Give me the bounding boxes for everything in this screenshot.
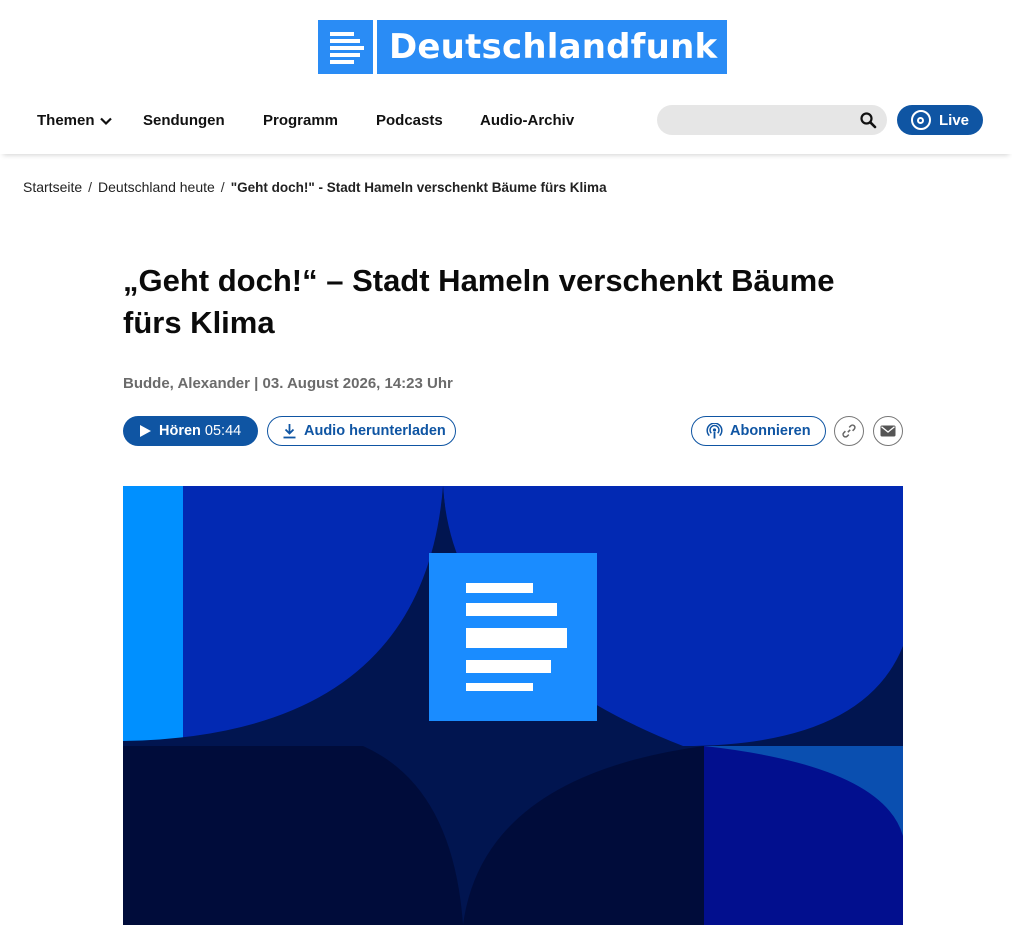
share-mail-button[interactable] [873, 416, 903, 446]
copy-link-button[interactable] [834, 416, 864, 446]
breadcrumb: Startseite / Deutschland heute / "Geht d… [23, 179, 607, 195]
logo-mark-icon [318, 20, 373, 74]
breadcrumb-link-deutschland-heute[interactable]: Deutschland heute [98, 179, 215, 195]
article-hero-image [123, 486, 903, 925]
nav-item-themen[interactable]: Themen [37, 112, 113, 129]
nav-item-programm[interactable]: Programm [263, 112, 338, 129]
nav-item-label: Podcasts [376, 112, 443, 129]
subscribe-button[interactable]: Abonnieren [691, 416, 826, 446]
breadcrumb-current: "Geht doch!" - Stadt Hameln verschenkt B… [230, 179, 607, 195]
breadcrumb-separator: / [220, 179, 225, 195]
download-label: Audio herunterladen [304, 423, 446, 439]
live-label: Live [938, 111, 969, 129]
main-navigation: Themen Sendungen Programm Podcasts Audio… [0, 86, 1012, 154]
nav-item-label: Audio-Archiv [480, 112, 575, 129]
mail-icon [880, 425, 896, 437]
live-button[interactable]: Live [897, 105, 983, 135]
chevron-down-icon [99, 117, 112, 125]
play-audio-button[interactable]: Hören 05:44 [123, 416, 258, 446]
site-logo[interactable]: Deutschlandfunk [318, 20, 728, 74]
article-byline: Budde, Alexander | 03. August 2026, 14:2… [123, 375, 453, 392]
search-bar [657, 105, 887, 135]
logo-wordmark: Deutschlandfunk [377, 20, 728, 74]
breadcrumb-link-startseite[interactable]: Startseite [23, 179, 82, 195]
play-label: Hören [159, 423, 201, 439]
nav-item-label: Themen [37, 112, 95, 129]
podcast-icon [706, 422, 723, 438]
nav-item-audio-archiv[interactable]: Audio-Archiv [480, 112, 574, 129]
article-headline: „Geht doch!“ – Stadt Hameln verschenkt B… [123, 263, 835, 340]
search-icon[interactable] [859, 111, 877, 129]
breadcrumb-separator: / [88, 179, 93, 195]
nav-item-sendungen[interactable]: Sendungen [143, 112, 225, 129]
audio-duration: 05:44 [204, 423, 242, 439]
nav-item-label: Programm [263, 112, 339, 129]
subscribe-label: Abonnieren [730, 423, 811, 439]
search-input[interactable] [657, 105, 847, 135]
link-icon [842, 424, 856, 438]
nav-item-label: Sendungen [143, 112, 225, 129]
download-icon [283, 424, 296, 439]
live-radio-icon [910, 110, 931, 130]
play-icon [140, 425, 151, 437]
nav-item-podcasts[interactable]: Podcasts [376, 112, 443, 129]
download-audio-button[interactable]: Audio herunterladen [267, 416, 456, 446]
